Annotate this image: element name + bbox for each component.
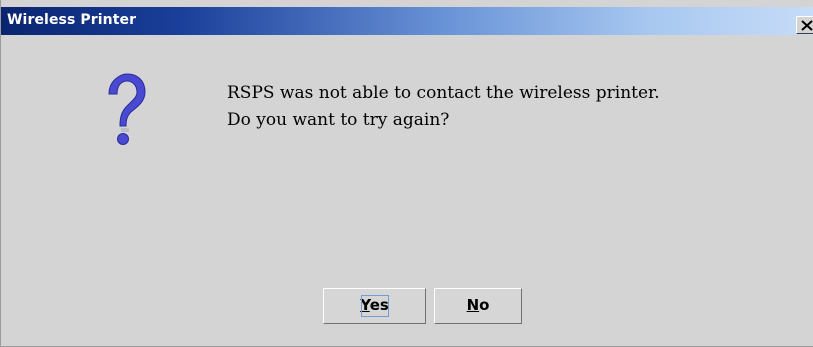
focus-indicator (361, 295, 389, 317)
question-icon (101, 72, 149, 152)
no-label-rest: o (479, 296, 490, 314)
yes-button[interactable]: Yes (323, 288, 426, 324)
message-text: RSPS was not able to contact the wireles… (227, 80, 660, 134)
dialog-window: Wireless Printer RSPS was not able to co… (0, 0, 813, 347)
title-bar[interactable]: Wireless Printer (1, 7, 813, 35)
window-title: Wireless Printer (7, 12, 137, 28)
no-button[interactable]: No (434, 288, 522, 324)
message-line-1: RSPS was not able to contact the wireles… (227, 83, 660, 103)
no-mnemonic: N (466, 296, 480, 314)
close-button[interactable] (796, 16, 813, 34)
message-line-2: Do you want to try again? (227, 110, 450, 130)
close-icon (801, 20, 813, 31)
